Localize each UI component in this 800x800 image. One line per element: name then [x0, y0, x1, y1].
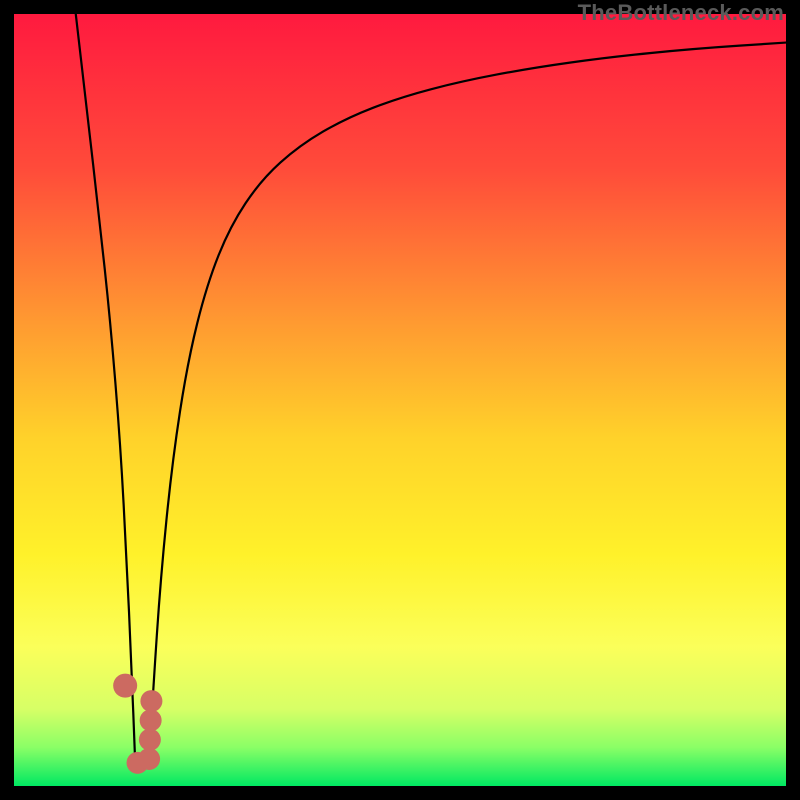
marker-point: [138, 748, 160, 770]
bottleneck-chart: [14, 14, 786, 786]
marker-point: [113, 674, 137, 698]
marker-point: [140, 709, 162, 731]
outer-frame: TheBottleneck.com: [0, 0, 800, 800]
chart-background: [14, 14, 786, 786]
marker-point: [140, 690, 162, 712]
chart-svg: [14, 14, 786, 786]
marker-point: [139, 729, 161, 751]
watermark-text: TheBottleneck.com: [578, 0, 784, 26]
